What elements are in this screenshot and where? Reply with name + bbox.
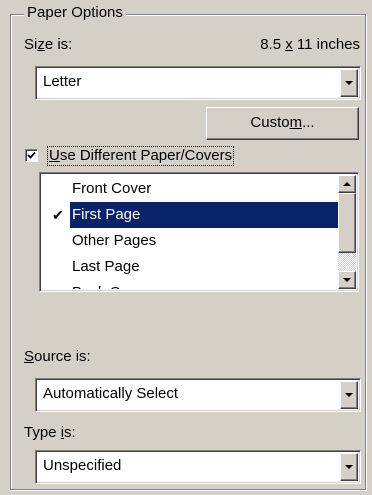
list-item-label: Other Pages [72,232,157,249]
source-combobox-value: Automatically Select [43,385,179,402]
list-item-other-pages[interactable]: Other Pages [42,228,338,254]
paper-options-panel: Paper Options Size is: 8.5 x 11 inches L… [0,0,372,495]
pages-list-scrollbar[interactable] [338,175,356,289]
list-item-last-page[interactable]: Last Page [42,254,338,280]
list-item-label: Back Cover [70,280,152,289]
pages-list-items: Front Cover ✔ First Page Other Pages Las… [42,175,338,289]
size-combobox-value: Letter [43,73,82,90]
size-label: Size is: [24,36,73,53]
size-dimensions-label: 8.5 x 11 inches [260,36,360,53]
type-dropdown-arrow-icon[interactable] [340,453,358,481]
list-item-front-cover[interactable]: Front Cover [42,176,338,202]
checkmark-icon: ✔ [52,207,64,223]
checkmark-icon [27,151,36,159]
list-item-label: Front Cover [72,180,152,197]
source-dropdown-arrow-icon[interactable] [340,381,358,409]
use-different-paper-label[interactable]: Use Different Paper/Covers [47,146,235,166]
source-combobox[interactable]: Automatically Select [35,378,361,412]
size-combobox[interactable]: Letter [35,66,361,100]
scrollbar-thumb[interactable] [338,193,356,253]
list-item-first-page[interactable]: ✔ First Page [42,202,338,228]
scroll-up-arrow-icon[interactable] [338,175,356,193]
type-combobox[interactable]: Unspecified [35,450,361,484]
size-dropdown-arrow-icon[interactable] [340,69,358,97]
type-combobox-value: Unspecified [43,457,122,474]
pages-listbox[interactable]: Front Cover ✔ First Page Other Pages Las… [39,172,359,292]
list-item-label: First Page [70,202,338,228]
custom-button[interactable]: Custom... [206,107,359,140]
type-label: Type is: [24,424,76,441]
list-item-label: Last Page [72,258,140,275]
list-item-back-cover[interactable]: Back Cover [42,280,338,289]
source-label: Source is: [24,348,91,365]
scroll-down-arrow-icon[interactable] [338,271,356,289]
paper-options-title: Paper Options [24,4,126,22]
use-different-paper-checkbox[interactable] [25,149,38,162]
